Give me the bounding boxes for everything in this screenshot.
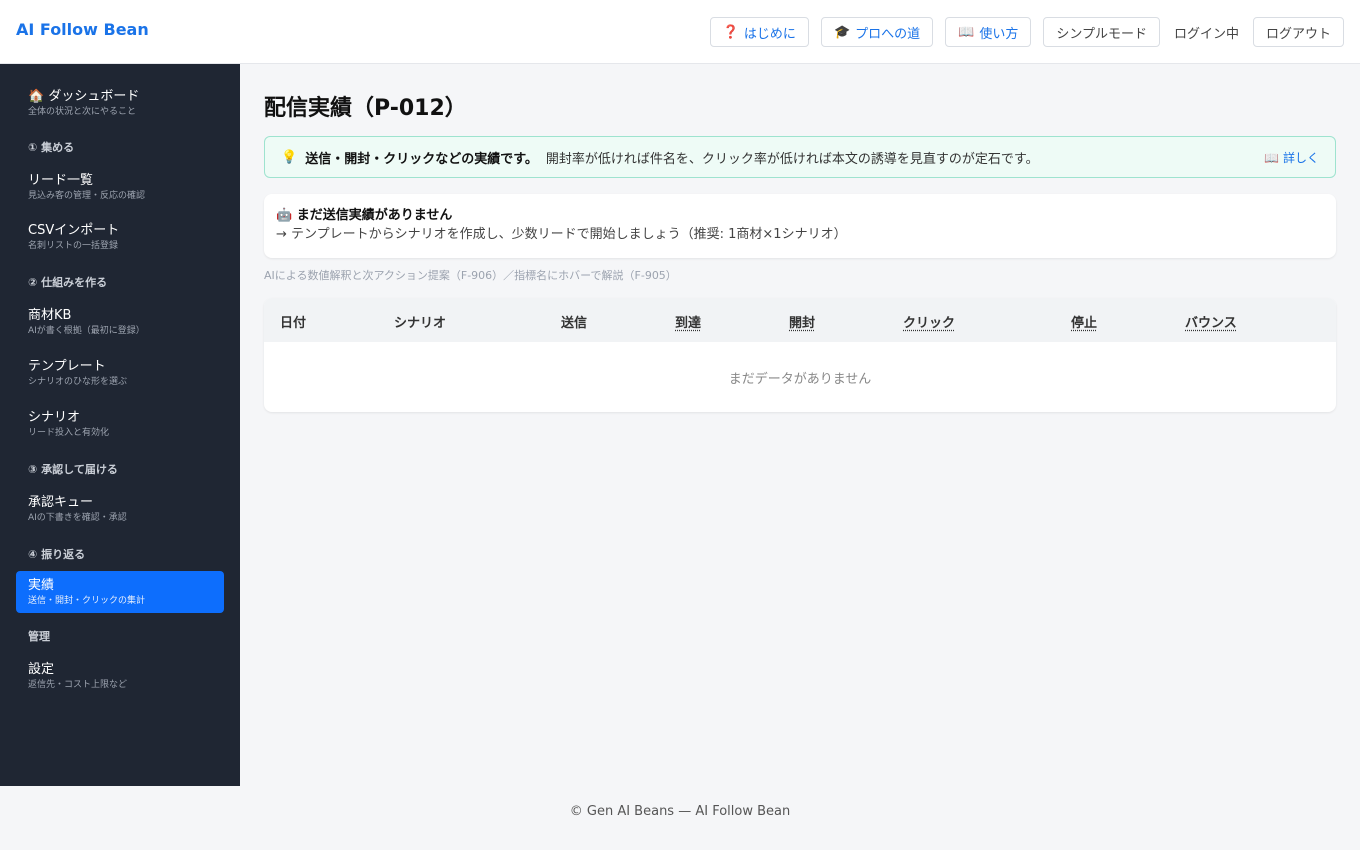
home-icon: 🏠 [28, 89, 45, 104]
notice-title-text: まだ送信実績がありません [296, 208, 453, 223]
section-approve: ③ 承認して届ける [28, 463, 118, 476]
tip-text: 開封率が低ければ件名を、クリック率が低ければ本文の誘導を見直すのが定石です。 [545, 151, 1039, 167]
getting-started-button[interactable]: ❓ はじめに [709, 17, 809, 47]
sidebar-item-templates[interactable]: テンプレート シナリオのひな形を選ぶ [16, 356, 224, 390]
sidebar-item-leads[interactable]: リード一覧 見込み客の管理・反応の確認 [16, 170, 224, 204]
section-collect: ① 集める [28, 141, 75, 154]
tip-heading: 送信・開封・クリックなどの実績です。 [305, 151, 538, 167]
sidebar-item-dashboard[interactable]: 🏠 ダッシュボード 全体の状況と次にやること [16, 86, 224, 120]
sidebar-item-product-kb[interactable]: 商材KB AIが書く根拠（最初に登録） [16, 305, 224, 339]
table-header: 日付 シナリオ 送信 到達 開封 クリック 停止 バウンス [264, 298, 1336, 342]
column-sent: 送信 [561, 316, 588, 331]
details-link[interactable]: 📖 詳しく [1264, 149, 1319, 166]
section-review: ④ 振り返る [28, 548, 86, 561]
logout-button[interactable]: ログアウト [1252, 17, 1344, 47]
path-to-pro-label: プロへの道 [855, 26, 921, 42]
notice-title: 🤖 まだ送信実績がありません [276, 207, 1324, 225]
sidebar-item-sub: AIが書く根拠（最初に登録） [28, 326, 145, 336]
sidebar-item-label: 設定 [28, 662, 55, 677]
sidebar-item-sub: 全体の状況と次にやること [28, 107, 137, 117]
robot-icon: 🤖 [276, 208, 293, 223]
sidebar-item-sub: 返信先・コスト上限など [28, 680, 128, 690]
tip-banner: 💡 送信・開封・クリックなどの実績です。 開封率が低ければ件名を、クリック率が低… [264, 136, 1336, 178]
notice-subtext: → テンプレートからシナリオを作成し、少数リードで開始しましょう（推奨: 1商材… [276, 227, 847, 242]
section-admin: 管理 [28, 630, 50, 643]
column-date: 日付 [280, 316, 307, 331]
footer: © Gen AI Beans — AI Follow Bean [0, 786, 1360, 850]
sidebar-item-label: 実績 [28, 578, 55, 593]
footer-copyright: © Gen AI Beans — AI Follow Bean [569, 804, 791, 819]
column-scenario: シナリオ [394, 316, 447, 331]
brand-logo[interactable]: AI Follow Bean [16, 20, 149, 39]
sidebar-item-sub: シナリオのひな形を選ぶ [28, 377, 128, 387]
sidebar-item-sub: リード投入と有効化 [28, 428, 110, 438]
empty-notice-card: 🤖 まだ送信実績がありません → テンプレートからシナリオを作成し、少数リードで… [264, 194, 1336, 258]
results-table: 日付 シナリオ 送信 到達 開封 クリック 停止 バウンス まだデータがありませ… [264, 298, 1336, 412]
sidebar-item-label: CSVインポート [28, 223, 120, 238]
section-build: ② 仕組みを作る [28, 276, 108, 289]
app-header: AI Follow Bean ❓ はじめに 🎓 プロへの道 📖 使い方 シンプル… [0, 0, 1360, 64]
sidebar-item-label: シナリオ [28, 410, 81, 425]
page-title: 配信実績（P-012） [264, 96, 467, 121]
column-clicked[interactable]: クリック [903, 312, 955, 331]
table-empty-message: まだデータがありません [728, 372, 872, 387]
ai-analysis-note: AIによる数値解釈と次アクション提案（F-906）／指標名にホバーで解説（F-9… [264, 269, 677, 282]
column-opened[interactable]: 開封 [789, 312, 815, 331]
sidebar-item-approval-queue[interactable]: 承認キュー AIの下書きを確認・承認 [16, 492, 224, 526]
sidebar: 🏠 ダッシュボード 全体の状況と次にやること ① 集める リード一覧 見込み客の… [0, 64, 240, 786]
sidebar-item-label: テンプレート [28, 359, 106, 374]
graduation-cap-icon: 🎓 [833, 24, 851, 40]
sidebar-item-sub: 見込み客の管理・反応の確認 [28, 191, 146, 201]
sidebar-item-sub: AIの下書きを確認・承認 [28, 513, 127, 523]
how-to-use-button[interactable]: 📖 使い方 [945, 17, 1032, 47]
sidebar-item-scenarios[interactable]: シナリオ リード投入と有効化 [16, 407, 224, 441]
column-stopped[interactable]: 停止 [1071, 312, 1097, 331]
column-delivered[interactable]: 到達 [675, 312, 701, 331]
how-to-use-label: 使い方 [979, 26, 1019, 42]
lightbulb-icon: 💡 [281, 149, 298, 165]
path-to-pro-button[interactable]: 🎓 プロへの道 [820, 17, 934, 47]
help-icon: ❓ [722, 24, 739, 40]
column-bounced[interactable]: バウンス [1185, 312, 1237, 331]
book-icon: 📖 [958, 24, 975, 40]
getting-started-label: はじめに [743, 26, 796, 42]
sidebar-item-results[interactable]: 実績 送信・開封・クリックの集計 [16, 571, 224, 613]
sidebar-item-label: 承認キュー [28, 495, 94, 510]
simple-mode-button[interactable]: シンプルモード [1043, 17, 1160, 47]
sidebar-item-sub: 送信・開封・クリックの集計 [28, 596, 146, 606]
login-status: ログイン中 [1173, 26, 1239, 42]
sidebar-item-label: 商材KB [28, 308, 72, 323]
sidebar-item-label: ダッシュボード [48, 89, 140, 104]
sidebar-item-settings[interactable]: 設定 返信先・コスト上限など [16, 659, 224, 693]
sidebar-item-csv-import[interactable]: CSVインポート 名刺リストの一括登録 [16, 220, 224, 254]
sidebar-item-sub: 名刺リストの一括登録 [28, 241, 119, 251]
sidebar-item-label: リード一覧 [28, 173, 94, 188]
header-nav: ❓ はじめに 🎓 プロへの道 📖 使い方 シンプルモード ログイン中 ログアウト [709, 17, 1344, 47]
